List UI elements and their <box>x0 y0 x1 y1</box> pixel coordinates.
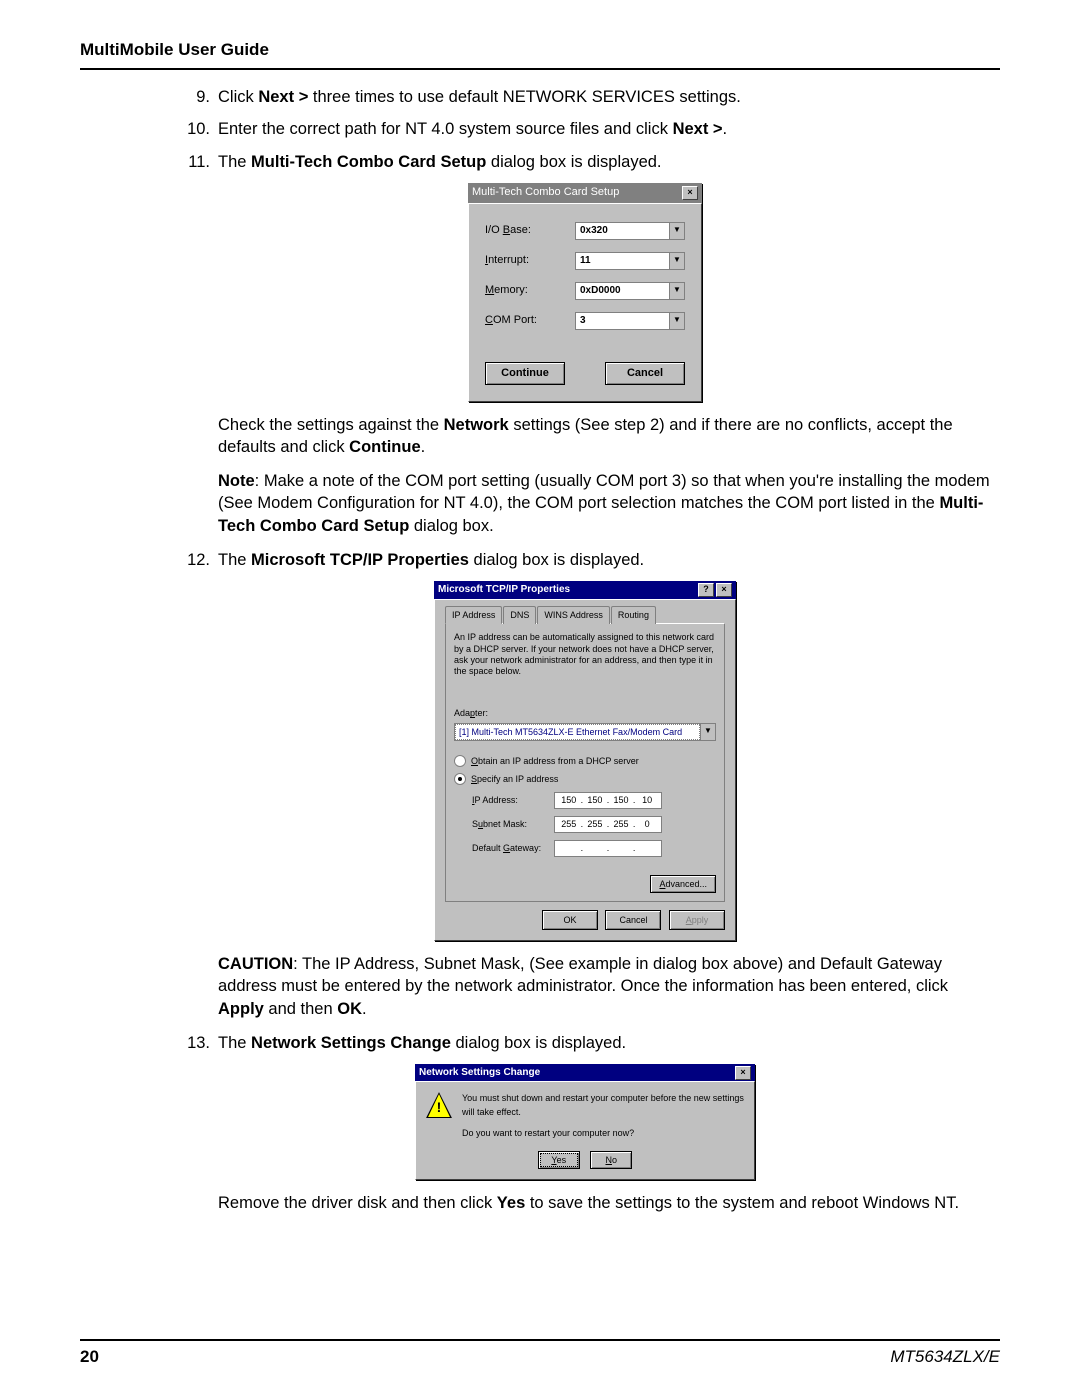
step-11-note: Note: Make a note of the COM port settin… <box>218 470 990 537</box>
chevron-down-icon[interactable]: ▼ <box>700 724 715 740</box>
chevron-down-icon[interactable]: ▼ <box>669 313 684 329</box>
step-11: 11. The Multi-Tech Combo Card Setup dial… <box>180 151 990 173</box>
step-13: 13. The Network Settings Change dialog b… <box>180 1032 990 1054</box>
dialog-title: Network Settings Change <box>419 1066 540 1079</box>
io-base-label: I/O Base: <box>485 223 575 238</box>
header-rule <box>80 68 1000 70</box>
chevron-down-icon[interactable]: ▼ <box>669 253 684 269</box>
subnet-mask-input[interactable]: 255.255.255.0 <box>554 816 662 833</box>
cancel-button[interactable]: Cancel <box>605 910 661 930</box>
step-num: 12. <box>180 549 210 571</box>
bold-text: Multi-Tech Combo Card Setup <box>251 153 486 171</box>
radio-dhcp[interactable]: Obtain an IP address from a DHCP server <box>454 755 716 767</box>
step-num: 13. <box>180 1032 210 1054</box>
text: dialog box is displayed. <box>486 153 661 171</box>
advanced-button[interactable]: Advanced... <box>650 875 716 893</box>
text: three times to use default NETWORK SERVI… <box>313 88 741 106</box>
page-number: 20 <box>80 1347 99 1367</box>
step-num: 9. <box>180 86 210 108</box>
bold-text: Next > <box>673 120 723 138</box>
warning-icon <box>426 1092 452 1118</box>
dialog-titlebar: Network Settings Change × <box>415 1064 755 1081</box>
tcpip-description: An IP address can be automatically assig… <box>454 632 716 677</box>
chevron-down-icon[interactable]: ▼ <box>669 223 684 239</box>
gateway-input[interactable]: . . . <box>554 840 662 857</box>
memory-combo[interactable]: 0xD0000▼ <box>575 282 685 300</box>
text: . <box>723 120 728 138</box>
dialog-message: You must shut down and restart your comp… <box>462 1092 744 1141</box>
step-13-para: Remove the driver disk and then click Ye… <box>218 1192 990 1214</box>
radio-specify[interactable]: Specify an IP address <box>454 773 716 785</box>
no-button[interactable]: No <box>590 1151 632 1169</box>
com-port-combo[interactable]: 3▼ <box>575 312 685 330</box>
close-icon[interactable]: × <box>682 186 698 200</box>
dialog-title: Microsoft TCP/IP Properties <box>438 583 570 597</box>
step-num: 10. <box>180 118 210 140</box>
close-icon[interactable]: × <box>735 1066 751 1080</box>
adapter-combo[interactable]: [1] Multi-Tech MT5634ZLX-E Ethernet Fax/… <box>454 723 716 741</box>
step-12: 12. The Microsoft TCP/IP Properties dial… <box>180 549 990 571</box>
text: The <box>218 153 251 171</box>
step-11-para-1: Check the settings against the Network s… <box>218 414 990 459</box>
apply-button[interactable]: Apply <box>669 910 725 930</box>
yes-button[interactable]: Yes <box>538 1151 580 1169</box>
ip-address-input[interactable]: 150.150.150.10 <box>554 792 662 809</box>
close-icon[interactable]: × <box>716 583 732 597</box>
ok-button[interactable]: OK <box>542 910 598 930</box>
step-10: 10. Enter the correct path for NT 4.0 sy… <box>180 118 990 140</box>
step-12-caution: CAUTION: The IP Address, Subnet Mask, (S… <box>218 953 990 1020</box>
step-9: 9. Click Next > three times to use defau… <box>180 86 990 108</box>
memory-label: Memory: <box>485 283 575 298</box>
interrupt-label: Interrupt: <box>485 253 575 268</box>
radio-icon <box>454 773 466 785</box>
text: Enter the correct path for NT 4.0 system… <box>218 120 673 138</box>
chevron-down-icon[interactable]: ▼ <box>669 283 684 299</box>
step-num: 11. <box>180 151 210 173</box>
cancel-button[interactable]: Cancel <box>605 362 685 385</box>
header-title: MultiMobile User Guide <box>80 40 1000 60</box>
interrupt-combo[interactable]: 11▼ <box>575 252 685 270</box>
com-port-label: COM Port: <box>485 313 575 328</box>
text: Click <box>218 88 258 106</box>
dialog-titlebar: Multi-Tech Combo Card Setup × <box>468 183 702 203</box>
radio-icon <box>454 755 466 767</box>
dialog-titlebar: Microsoft TCP/IP Properties ? × <box>434 581 736 599</box>
tab-ip-address[interactable]: IP Address <box>445 606 502 624</box>
tab-wins[interactable]: WINS Address <box>537 606 610 624</box>
bold-text: Next > <box>258 88 313 106</box>
adapter-label: Adapter: <box>454 707 716 719</box>
tab-bar: IP Address DNS WINS Address Routing <box>445 606 725 624</box>
footer-rule <box>80 1339 1000 1341</box>
tab-routing[interactable]: Routing <box>611 606 656 624</box>
tab-dns[interactable]: DNS <box>503 606 536 624</box>
subnet-mask-label: Subnet Mask: <box>472 818 554 830</box>
content-body: 9. Click Next > three times to use defau… <box>180 86 990 1214</box>
gateway-label: Default Gateway: <box>472 842 554 854</box>
page-footer: 20 MT5634ZLX/E <box>80 1339 1000 1367</box>
tcpip-properties-dialog: Microsoft TCP/IP Properties ? × IP Addre… <box>434 581 736 941</box>
dialog-title: Multi-Tech Combo Card Setup <box>472 185 619 200</box>
ip-address-label: IP Address: <box>472 794 554 806</box>
io-base-combo[interactable]: 0x320▼ <box>575 222 685 240</box>
combo-card-setup-dialog: Multi-Tech Combo Card Setup × I/O Base: … <box>468 183 702 402</box>
help-icon[interactable]: ? <box>698 583 714 597</box>
continue-button[interactable]: Continue <box>485 362 565 385</box>
network-settings-change-dialog: Network Settings Change × You must shut … <box>415 1064 755 1180</box>
model-number: MT5634ZLX/E <box>890 1347 1000 1367</box>
